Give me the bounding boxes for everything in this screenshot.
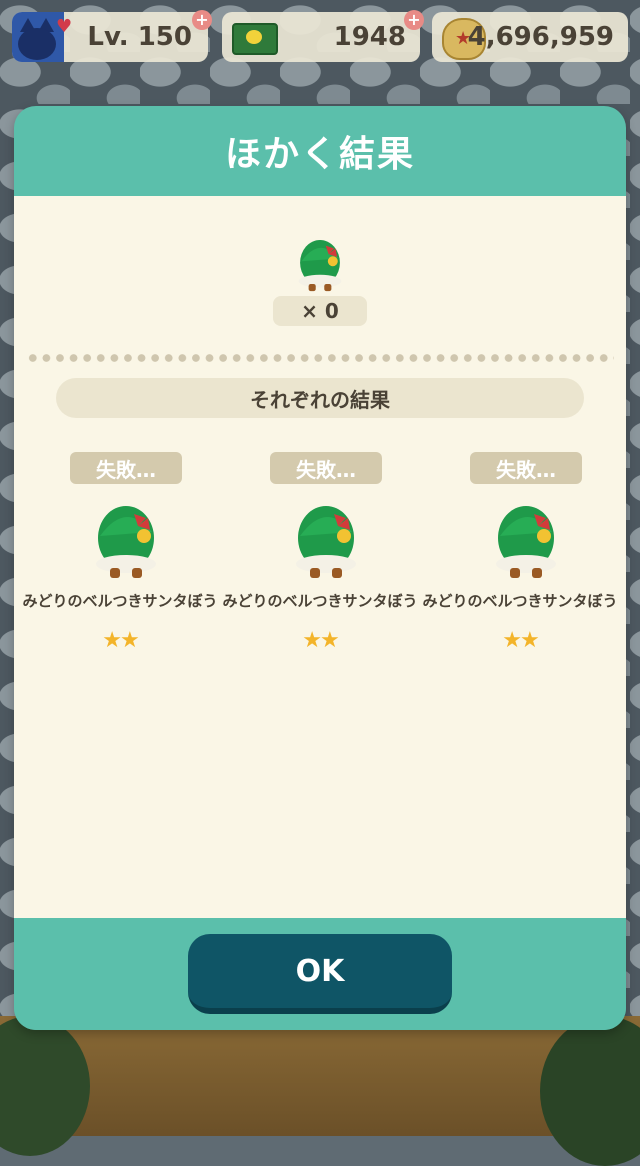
dialog-footer: OK [14, 918, 626, 1030]
catch-result-dialog: ほかく結果 × 0 それぞれの結果 失敗… みどりのベルつきサンタぼう ★★ 失… [14, 106, 626, 1030]
bells-value: 4,696,959 [467, 22, 614, 52]
item-name: みどりのベルつきサンタぼう [22, 592, 218, 610]
rarity-stars: ★★ [102, 628, 139, 653]
fail-badge: 失敗… [470, 452, 582, 484]
green-santa-hat-icon [296, 506, 356, 578]
dialog-body: × 0 それぞれの結果 失敗… みどりのベルつきサンタぼう ★★ 失敗… みどり… [14, 196, 626, 918]
item-name: みどりのベルつきサンタぼう [222, 592, 418, 610]
result-card: 失敗… みどりのベルつきサンタぼう ★★ [420, 452, 620, 653]
dialog-title: ほかく結果 [224, 134, 415, 175]
result-card: 失敗… みどりのベルつきサンタぼう ★★ [220, 452, 420, 653]
level-plus-badge[interactable]: + [192, 10, 212, 30]
tickets-value: 1948 [333, 22, 406, 52]
fail-badge: 失敗… [70, 452, 182, 484]
item-name: みどりのベルつきサンタぼう [422, 592, 618, 610]
green-santa-hat-icon [298, 239, 342, 292]
heart-icon: ♥ [56, 16, 73, 37]
dotted-divider [26, 354, 614, 362]
ok-button[interactable]: OK [188, 934, 452, 1014]
green-santa-hat-icon [96, 506, 156, 578]
green-santa-hat-icon [496, 506, 556, 578]
rarity-stars: ★★ [302, 628, 339, 653]
status-bar: ♥ Lv. 150 + 1948 + ★ 4,696,959 [12, 10, 628, 62]
rarity-stars: ★★ [502, 628, 539, 653]
tickets-plus-badge[interactable]: + [404, 10, 424, 30]
section-header: それぞれの結果 [56, 378, 584, 418]
fail-badge: 失敗… [270, 452, 382, 484]
tickets-pill[interactable]: 1948 + [222, 10, 424, 62]
ticket-icon [232, 23, 278, 55]
bells-pill: ★ 4,696,959 [432, 12, 628, 62]
level-pill[interactable]: ♥ Lv. 150 + [12, 10, 212, 62]
result-card: 失敗… みどりのベルつきサンタぼう ★★ [20, 452, 220, 653]
level-value: Lv. 150 [87, 22, 192, 52]
catch-quantity: × 0 [273, 296, 367, 326]
